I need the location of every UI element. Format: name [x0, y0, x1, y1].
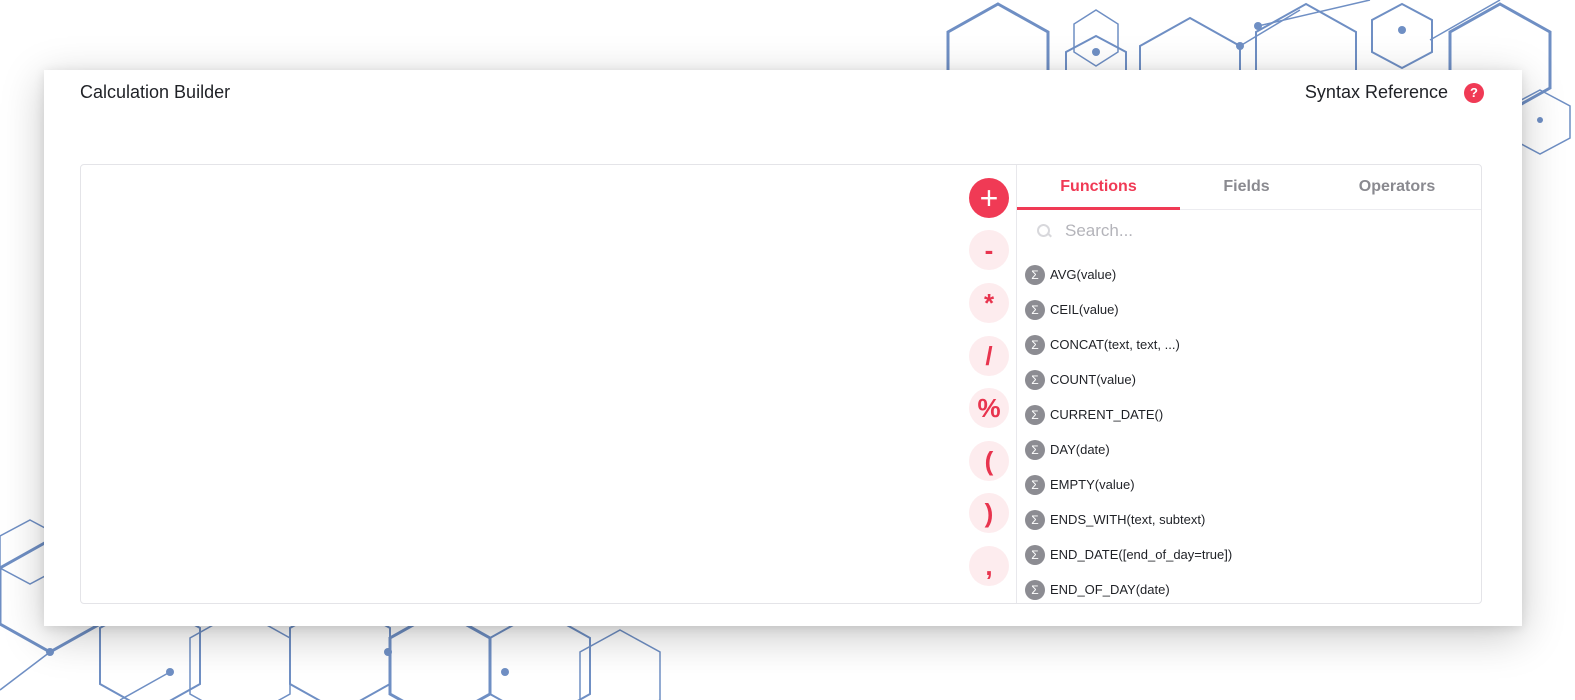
help-icon[interactable]: ? — [1464, 82, 1484, 103]
function-list: Σ AVG(value) Σ CEIL(value) Σ CONCAT(text… — [1025, 257, 1475, 607]
tab-functions[interactable]: Functions — [1017, 165, 1180, 210]
list-item[interactable]: Σ ENDS_WITH(text, subtext) — [1025, 502, 1475, 537]
list-item[interactable]: Σ END_OF_DAY(date) — [1025, 572, 1475, 607]
search-icon — [1035, 222, 1053, 240]
sigma-icon: Σ — [1025, 299, 1045, 320]
list-item[interactable]: Σ DAY(date) — [1025, 432, 1475, 467]
list-item[interactable]: Σ AVG(value) — [1025, 257, 1475, 292]
function-label: EMPTY(value) — [1050, 477, 1135, 492]
sigma-icon: Σ — [1025, 369, 1045, 390]
operator-multiply-button[interactable]: * — [969, 283, 1009, 323]
list-item[interactable]: Σ EMPTY(value) — [1025, 467, 1475, 502]
function-label: DAY(date) — [1050, 442, 1110, 457]
list-item[interactable]: Σ COUNT(value) — [1025, 362, 1475, 397]
operator-comma-button[interactable]: , — [969, 546, 1009, 586]
sigma-icon: Σ — [1025, 474, 1045, 495]
function-label: END_DATE([end_of_day=true]) — [1050, 547, 1233, 562]
function-label: COUNT(value) — [1050, 372, 1136, 387]
formula-editor[interactable] — [81, 165, 961, 603]
calculation-builder-dialog: Calculation Builder Syntax Reference ? +… — [44, 70, 1522, 626]
reference-panel: Functions Fields Operators Σ AVG(value) … — [1016, 165, 1481, 603]
function-label: END_OF_DAY(date) — [1050, 582, 1170, 597]
sigma-icon: Σ — [1025, 509, 1045, 530]
syntax-reference-link[interactable]: Syntax Reference ? — [1305, 82, 1484, 103]
builder-area: + - * / % ( ) , Functions Fields Operato… — [80, 164, 1482, 604]
operator-plus-button[interactable]: + — [969, 178, 1009, 218]
panel-tabs: Functions Fields Operators — [1017, 165, 1481, 210]
tab-fields[interactable]: Fields — [1180, 165, 1313, 209]
function-label: ENDS_WITH(text, subtext) — [1050, 512, 1206, 527]
list-item[interactable]: Σ END_DATE([end_of_day=true]) — [1025, 537, 1475, 572]
sigma-icon: Σ — [1025, 264, 1045, 285]
operator-close-paren-button[interactable]: ) — [969, 493, 1009, 533]
function-label: CONCAT(text, text, ...) — [1050, 337, 1180, 352]
operator-open-paren-button[interactable]: ( — [969, 441, 1009, 481]
function-label: CURRENT_DATE() — [1050, 407, 1164, 422]
operator-buttons: + - * / % ( ) , — [969, 165, 1015, 603]
operator-minus-button[interactable]: - — [969, 230, 1009, 270]
tab-operators[interactable]: Operators — [1313, 165, 1481, 209]
list-item[interactable]: Σ CURRENT_DATE() — [1025, 397, 1475, 432]
dialog-title: Calculation Builder — [80, 82, 231, 102]
sigma-icon: Σ — [1025, 334, 1045, 355]
sigma-icon: Σ — [1025, 404, 1045, 425]
operator-percent-button[interactable]: % — [969, 388, 1009, 428]
sigma-icon: Σ — [1025, 439, 1045, 460]
list-item[interactable]: Σ CONCAT(text, text, ...) — [1025, 327, 1475, 362]
operator-divide-button[interactable]: / — [969, 336, 1009, 376]
search-input[interactable] — [1063, 220, 1447, 242]
function-label: CEIL(value) — [1050, 302, 1119, 317]
list-item[interactable]: Σ CEIL(value) — [1025, 292, 1475, 327]
sigma-icon: Σ — [1025, 544, 1045, 565]
function-label: AVG(value) — [1050, 267, 1117, 282]
syntax-reference-label: Syntax Reference — [1304, 82, 1448, 102]
search-box — [1027, 215, 1467, 247]
sigma-icon: Σ — [1025, 579, 1045, 600]
